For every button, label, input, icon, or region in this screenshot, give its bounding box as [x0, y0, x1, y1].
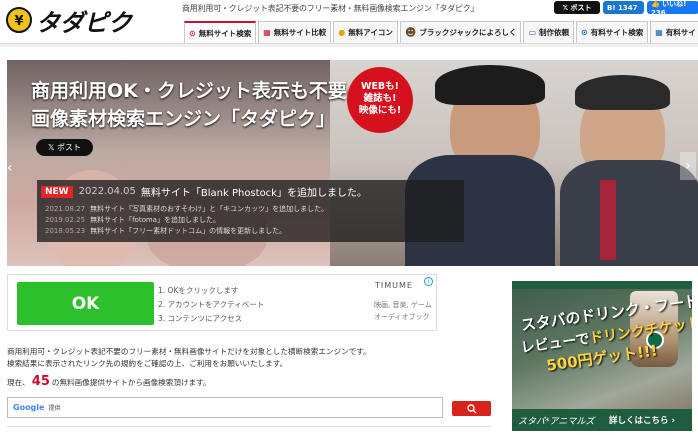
tab-label: 有料サイト比較	[665, 28, 698, 37]
side-ad[interactable]: スタバのドリンク・フードの レビューでドリンクチケット 500円ゲット!!! ス…	[512, 281, 692, 431]
tab-label: 制作依頼	[539, 28, 570, 37]
search-placeholder: 提供	[48, 405, 61, 412]
hero-title-line2: 画像素材検索エンジン「タダピク」	[31, 108, 336, 130]
ad-ok-button[interactable]: OK	[17, 282, 154, 325]
tab-production-request[interactable]: ▭ 制作依頼	[523, 21, 575, 43]
search-icon	[466, 403, 476, 413]
ad-subtext: 映画, 音楽, ゲーム オーディオブック	[374, 299, 432, 323]
news-date: 2019.02.25	[45, 216, 86, 224]
grid-icon: ▦	[263, 28, 271, 37]
svg-text:¥: ¥	[14, 14, 23, 29]
svg-text:タダピク: タダピク	[36, 9, 134, 37]
ad-info-icon[interactable]: i	[424, 277, 433, 286]
search-button[interactable]	[452, 401, 491, 416]
tab-free-compare[interactable]: ▦ 無料サイト比較	[258, 21, 332, 43]
search-input[interactable]: Google 提供	[7, 397, 443, 418]
badge-line: 映像にも!	[358, 105, 402, 116]
tab-label: 無料サイト比較	[273, 28, 327, 37]
count-suffix: の無料画像提供サイトから画像検索頂けます。	[51, 378, 211, 387]
hero-title-line1: 商用利用OK・クレジット表示も不要の	[31, 80, 366, 102]
tab-label: 無料アイコン	[348, 28, 393, 37]
slider-next-icon[interactable]: ›	[680, 152, 696, 180]
slider-prev-icon[interactable]: ‹	[7, 160, 19, 180]
hatena-bookmark-button[interactable]: B! 1347	[603, 1, 644, 14]
count-value: 45	[31, 374, 50, 389]
tab-blackjack[interactable]: ☻ ブラックジャックによろしく	[399, 21, 522, 43]
avatar-icon: ☻	[404, 26, 417, 39]
site-tagline: 商用利用可・クレジット表記不要のフリー素材・無料画像検索エンジン「タダピク」	[182, 4, 479, 13]
news-item[interactable]: 2019.02.25 無料サイト「fotoma」を追加しました。	[45, 215, 220, 225]
main-nav: ⊙ 無料サイト検索 ▦ 無料サイト比較 ● 無料アイコン ☻ ブラックジャックによろしく…	[184, 21, 698, 43]
logo-mark: ¥ タダピク	[6, 7, 134, 37]
badge-line: 雑誌も!	[363, 93, 397, 104]
side-ad-more-link[interactable]: 詳しくはこちら ›	[609, 414, 675, 426]
tab-paid-search[interactable]: ⊙ 有料サイト検索	[576, 21, 649, 43]
section-divider	[7, 426, 491, 427]
news-text: 無料サイト「フリー素材ドットコム」の情報を更新しました。	[90, 227, 287, 235]
tab-label: 無料サイト検索	[198, 28, 252, 38]
share-bar: 𝕏 ポスト B! 1347 👍 いいね! 236	[554, 0, 698, 17]
x-post-button[interactable]: 𝕏 ポスト	[554, 1, 600, 14]
side-ad-brand: スタバ*アニマルズ	[518, 417, 595, 427]
ad-step: 1. OKをクリックします	[158, 286, 239, 295]
google-label: Google	[13, 403, 45, 412]
new-badge: NEW	[41, 185, 73, 198]
news-box: NEW 2022.04.05 無料サイト「Blank Phostock」を追加し…	[37, 180, 464, 242]
news-headline[interactable]: NEW 2022.04.05 無料サイト「Blank Phostock」を追加し…	[41, 184, 367, 199]
search-icon: ⊙	[581, 28, 588, 37]
tab-free-icons[interactable]: ● 無料アイコン	[333, 21, 398, 43]
side-ad-header-bar	[512, 281, 692, 289]
hero-badge: WEBも! 雑誌も! 映像にも!	[347, 67, 413, 133]
count-prefix: 現在、	[7, 378, 30, 387]
hero-x-post-button[interactable]: 𝕏 ポスト	[36, 139, 93, 156]
tab-free-search[interactable]: ⊙ 無料サイト検索	[184, 21, 257, 43]
news-date: 2021.08.27	[45, 205, 86, 213]
grid-icon: ▦	[655, 28, 663, 37]
news-item[interactable]: 2021.08.27 無料サイト「写真素材のおすそわけ」と「キユンカッツ」を追加し…	[45, 204, 328, 214]
badge-line: WEBも!	[360, 81, 400, 92]
side-ad-footer: スタバ*アニマルズ 詳しくはこちら ›	[512, 409, 692, 431]
site-count-text: 現在、 45 の無料画像提供サイトから画像検索頂けます。	[7, 374, 211, 389]
news-text: 無料サイト「fotoma」を追加しました。	[90, 216, 220, 224]
ad-step: 2. アカウントをアクティベート	[158, 300, 265, 309]
monitor-icon: ▭	[528, 28, 537, 37]
nav-divider	[0, 43, 698, 47]
site-description: 商用利用可・クレジット表記不要のフリー素材・無料画像サイトだけを対象とした横断検…	[7, 346, 371, 370]
ad-brand: TIMUME	[375, 281, 413, 290]
news-headline-date: 2022.04.05	[78, 186, 136, 197]
tab-label: 有料サイト検索	[590, 28, 644, 37]
ad-sub-line: 映画, 音楽, ゲーム	[374, 301, 432, 309]
ad-sub-line: オーディオブック	[374, 313, 430, 321]
site-logo[interactable]: ¥ タダピク	[4, 5, 152, 37]
description-line: 検索結果に表示されたリンク先の規約をご確認の上、ご利用をお願いいたします。	[7, 359, 288, 368]
tab-label: ブラックジャックによろしく	[419, 28, 517, 37]
news-text: 無料サイト「写真素材のおすそわけ」と「キユンカッツ」を追加しました。	[90, 205, 329, 213]
search-icon: ⊙	[189, 28, 196, 38]
banner-ad[interactable]: OK 1. OKをクリックします 2. アカウントをアクティベート 3. コンテ…	[7, 274, 437, 331]
tab-paid-compare[interactable]: ▦有料サイト比較	[650, 21, 698, 43]
coin-icon: ●	[338, 28, 346, 37]
hero-slider[interactable]: 商用利用OK・クレジット表示も不要の 画像素材検索エンジン「タダピク」 WEBも…	[7, 60, 698, 266]
description-line: 商用利用可・クレジット表記不要のフリー素材・無料画像サイトだけを対象とした横断検…	[7, 347, 371, 356]
news-headline-text: 無料サイト「Blank Phostock」を追加しました。	[140, 188, 367, 199]
news-item[interactable]: 2018.05.23 無料サイト「フリー素材ドットコム」の情報を更新しました。	[45, 226, 286, 236]
ad-step: 3. コンテンツにアクセス	[158, 314, 243, 323]
news-date: 2018.05.23	[45, 227, 86, 235]
facebook-like-button[interactable]: 👍 いいね! 236	[647, 0, 698, 17]
